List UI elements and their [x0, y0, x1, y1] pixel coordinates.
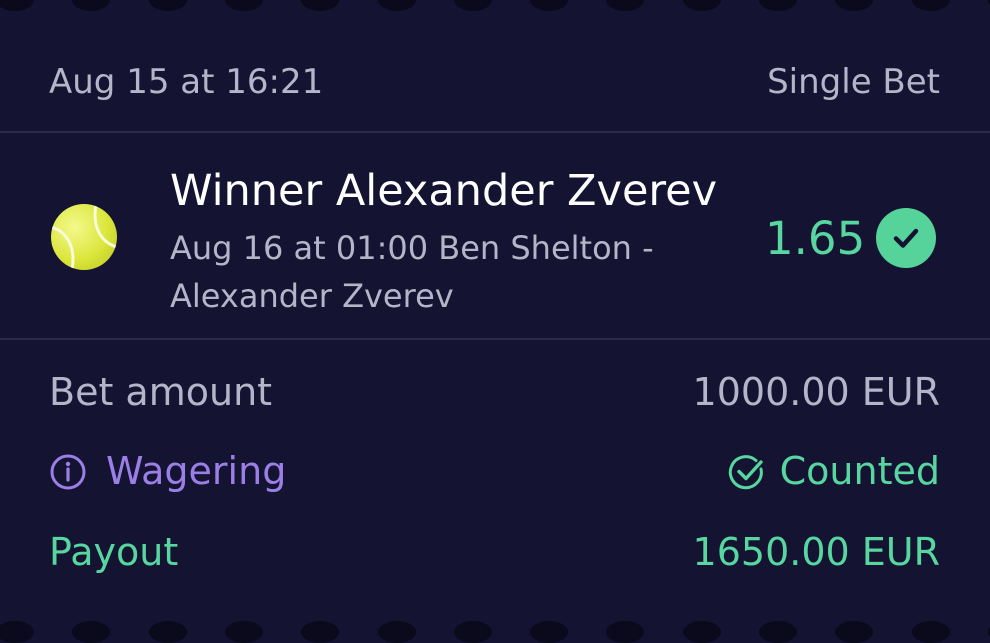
ticket-notch [72, 621, 111, 643]
ticket-notch [0, 0, 34, 11]
bet-amount-row: Bet amount 1000.00 EUR [49, 370, 940, 416]
odds-value: 1.65 [765, 212, 866, 265]
ticket-notch [377, 0, 416, 11]
ticket-notch [606, 0, 645, 11]
ticket-notch [606, 621, 645, 643]
event-line-1: Aug 16 at 01:00 Ben Shelton - [170, 229, 654, 267]
tennis-ball-icon [51, 204, 117, 270]
ticket-notch [682, 621, 721, 643]
bet-header: Aug 15 at 16:21 Single Bet [49, 62, 940, 106]
event-line-2: Alexander Zverev [170, 277, 454, 315]
wagering-status: Counted [779, 449, 940, 493]
ticket-notch [377, 621, 416, 643]
payout-value: 1650.00 EUR [692, 530, 940, 574]
selection-title: Winner Alexander Zverev [170, 166, 718, 216]
check-circle-icon [876, 208, 936, 268]
ticket-notch [530, 621, 569, 643]
divider [0, 338, 990, 340]
ticket-notch [911, 0, 950, 11]
wagering-row: Wagering Counted [49, 449, 940, 495]
check-circle-outline-icon [728, 453, 766, 491]
ticket-notch [759, 621, 797, 643]
ticket-notch [148, 621, 187, 643]
ticket-notch [530, 0, 569, 11]
ticket-notch [72, 0, 111, 11]
divider [0, 131, 990, 133]
ticket-notch [835, 0, 874, 11]
info-circle-icon[interactable] [49, 453, 87, 491]
ticket-notch [0, 621, 34, 643]
ticket-notch [224, 621, 263, 643]
payout-label: Payout [49, 530, 179, 574]
ticket-notch [301, 621, 340, 643]
bet-type-label: Single Bet [767, 62, 940, 102]
ticket-notch [682, 0, 721, 11]
wagering-label: Wagering [106, 449, 287, 493]
ticket-notch [453, 621, 492, 643]
ticket-notch [148, 0, 187, 11]
ticket-notch [835, 621, 874, 643]
bet-date: Aug 15 at 16:21 [49, 62, 324, 102]
ticket-notch [224, 0, 263, 11]
ticket-notches-top [0, 0, 990, 11]
ticket-notch [759, 0, 797, 11]
ticket-notch [301, 0, 340, 11]
payout-row: Payout 1650.00 EUR [49, 530, 940, 576]
bet-amount-label: Bet amount [49, 370, 273, 414]
ticket-notch [453, 0, 492, 11]
event-info: Aug 16 at 01:00 Ben Shelton - Alexander … [170, 224, 654, 320]
bet-amount-value: 1000.00 EUR [692, 370, 940, 414]
ticket-notches-bottom [0, 621, 990, 643]
ticket-notch [911, 621, 950, 643]
